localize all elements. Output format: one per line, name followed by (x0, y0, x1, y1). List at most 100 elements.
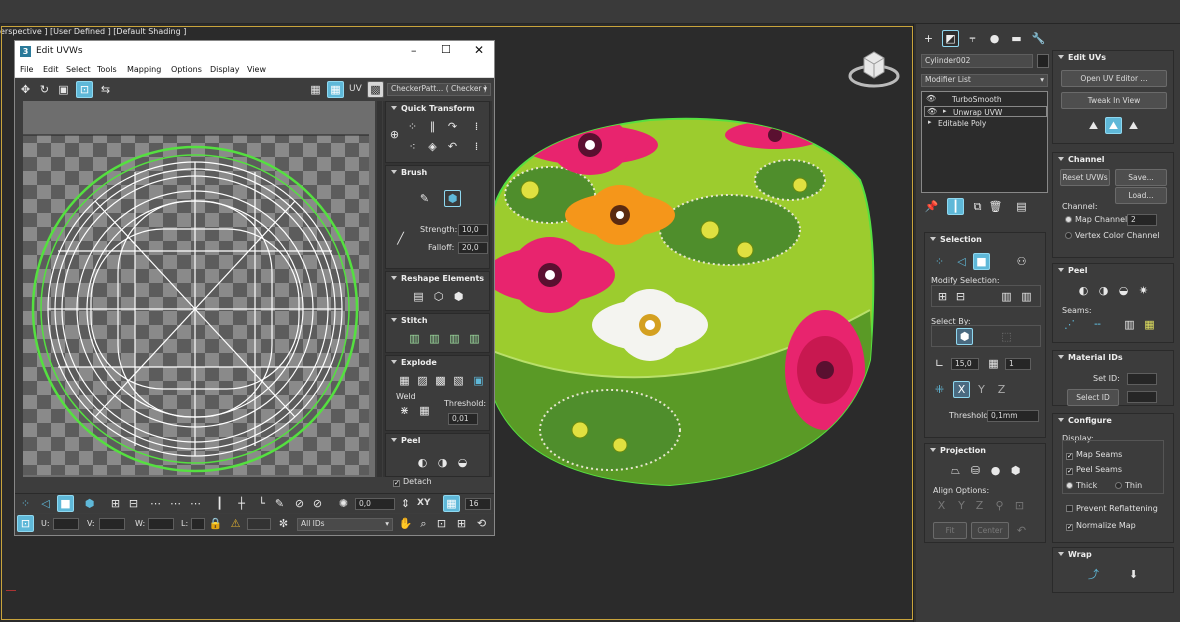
view-align-icon[interactable]: ⊡ (1011, 497, 1028, 514)
expand-icon[interactable]: ▸ (943, 107, 947, 115)
selection-threshold-field[interactable]: 0,1mm (987, 410, 1039, 422)
flatten-by-smooth-icon[interactable]: ▧ (450, 372, 467, 389)
freeze-icon[interactable]: ✼ (275, 515, 292, 532)
edge-sel-to-seams-icon[interactable]: ╌ (1089, 316, 1106, 333)
normalize-map-checkbox[interactable]: ✓ (1066, 524, 1073, 531)
pin-stack-icon[interactable]: 📌 (923, 198, 940, 215)
peel-title[interactable]: Peel (401, 436, 420, 445)
loop-select-icon[interactable]: ▥ (998, 288, 1015, 305)
select-count-field[interactable]: 1 (1005, 358, 1031, 370)
box-map-icon[interactable]: ⬢ (1007, 462, 1024, 479)
lock-icon[interactable]: 🔒 (207, 515, 224, 532)
configure-title[interactable]: Configure (1068, 416, 1112, 425)
menu-tools[interactable]: Tools (97, 65, 117, 74)
paint-select-icon[interactable]: ✎ (271, 495, 288, 512)
stack-item-turbosmooth[interactable]: 👁 TurboSmooth (924, 94, 1045, 105)
map-seams-checkbox[interactable]: ✓ (1066, 453, 1073, 460)
ids-dropdown[interactable]: All IDs ▾ (297, 518, 393, 531)
relax-icon[interactable]: ◈ (424, 138, 441, 155)
seams-to-edge-icon[interactable]: ▦ (1141, 316, 1158, 333)
save-button[interactable]: Save... (1115, 169, 1167, 186)
falloff-field[interactable]: 20,0 (458, 242, 488, 254)
align-y-icon[interactable]: Y (953, 497, 970, 514)
utilities-tab-icon[interactable]: 🔧 (1030, 30, 1047, 47)
zoom-region-icon[interactable]: ⊡ (433, 515, 450, 532)
pen-icon[interactable]: ╱ (392, 230, 409, 247)
peel-seams-checkbox[interactable]: ✓ (1066, 468, 1073, 475)
by-material-icon[interactable]: ⬚ (998, 328, 1015, 345)
show-map-icon[interactable]: ▦ (327, 81, 344, 98)
snap-edge-icon[interactable]: └ (253, 495, 270, 512)
vertex-color-radio[interactable] (1065, 232, 1072, 239)
map-seams-row[interactable]: ✓ Map Seams (1066, 450, 1122, 460)
select-by-element-icon[interactable]: ⚇ (1013, 253, 1030, 270)
viewport-label[interactable]: erspective ] [User Defined ] [Default Sh… (0, 27, 186, 36)
eye-icon[interactable]: 👁 (927, 107, 937, 116)
menu-select[interactable]: Select (66, 65, 91, 74)
flatten-by-polygon-icon[interactable]: ▩ (432, 372, 449, 389)
thin-radio[interactable] (1115, 482, 1122, 489)
menu-view[interactable]: View (247, 65, 266, 74)
thick-row[interactable]: Thick (1066, 481, 1097, 490)
break-icon[interactable]: ▦ (396, 372, 413, 389)
reshape-title[interactable]: Reshape Elements (401, 274, 484, 283)
brush-grow-icon[interactable]: ⊘ (291, 495, 308, 512)
pin-icon[interactable]: ┃ (211, 495, 228, 512)
object-color-swatch[interactable] (1037, 54, 1049, 68)
eye-icon[interactable]: 👁 (926, 94, 936, 103)
vertex-mode-icon[interactable]: ⁘ (17, 495, 34, 512)
peel-panel-title[interactable]: Peel (1068, 266, 1087, 275)
wrap-title[interactable]: Wrap (1068, 550, 1092, 559)
symmetry-x-icon[interactable]: X (953, 381, 970, 398)
ring-icon[interactable]: ⋯ (167, 495, 184, 512)
window-titlebar[interactable]: 3 Edit UVWs – ☐ ✕ (15, 41, 494, 63)
vertex-select-icon[interactable]: ⁘ (931, 253, 948, 270)
select-count-icon[interactable]: ▦ (985, 355, 1002, 372)
mirror-icon[interactable]: ⇆ (97, 81, 114, 98)
xy-label[interactable]: XY (417, 498, 430, 508)
motion-tab-icon[interactable]: ● (986, 30, 1003, 47)
hierarchy-tab-icon[interactable]: ⫧ (964, 30, 981, 47)
grow-select-icon[interactable]: ⊞ (107, 495, 124, 512)
space-icon[interactable]: ⁞ (468, 118, 485, 135)
point-to-point-seams-icon[interactable]: ⋰ (1061, 316, 1078, 333)
relax-element-icon[interactable]: ⬡ (430, 288, 447, 305)
u-field[interactable] (53, 518, 79, 530)
tweak-active-icon[interactable]: ⛰ (1105, 117, 1122, 134)
scale-icon[interactable]: ▣ (55, 81, 72, 98)
grow-icon[interactable]: ⊞ (934, 288, 951, 305)
uv-editor-canvas[interactable] (23, 101, 375, 477)
polygon-select-icon[interactable]: ■ (973, 253, 990, 270)
vertex-color-row[interactable]: Vertex Color Channel (1065, 231, 1173, 240)
stitch-custom-icon[interactable]: ▥ (406, 330, 423, 347)
pan-icon[interactable]: ✋ (397, 515, 414, 532)
stack-item-unwrap-uvw[interactable]: 👁 ▸ Unwrap UVW (924, 106, 1047, 117)
tweak-in-view-button[interactable]: Tweak In View (1061, 92, 1167, 109)
shrink-icon[interactable]: ⊟ (952, 288, 969, 305)
l-field[interactable] (191, 518, 205, 530)
loop-icon[interactable]: ⋯ (147, 495, 164, 512)
stitch-title[interactable]: Stitch (401, 316, 428, 325)
spline-map-icon[interactable]: ⤴ (1085, 566, 1102, 583)
distribute-icon[interactable]: ⁞ (468, 138, 485, 155)
stitch-average-icon[interactable]: ▥ (446, 330, 463, 347)
spherical-map-icon[interactable]: ● (987, 462, 1004, 479)
display-tab-icon[interactable]: ▬ (1008, 30, 1025, 47)
edit-uvs-title[interactable]: Edit UVs (1068, 53, 1106, 62)
freeform-icon[interactable]: ⊡ (76, 81, 93, 98)
menu-edit[interactable]: Edit (43, 65, 59, 74)
pivot-icon[interactable]: ⊕ (386, 126, 403, 143)
unfold-strip-icon[interactable]: ⬇ (1125, 566, 1142, 583)
zoom-extents-icon[interactable]: ⊞ (453, 515, 470, 532)
straighten-icon[interactable]: ▤ (410, 288, 427, 305)
minimize-icon[interactable]: – (411, 44, 417, 57)
tin-model[interactable] (470, 100, 890, 500)
space-horizontal-icon[interactable]: ⁖ (404, 138, 421, 155)
make-unique-icon[interactable]: ⧉ (969, 198, 986, 215)
planar-angle-icon[interactable]: ∟ (931, 355, 948, 372)
align-vertical-icon[interactable]: ∥ (424, 118, 441, 135)
map-channel-field[interactable]: 2 (1127, 214, 1157, 226)
checker-icon[interactable]: ▦ (307, 81, 324, 98)
planar-angle-field[interactable]: 15,0 (951, 358, 979, 370)
selection-title[interactable]: Selection (940, 235, 982, 244)
